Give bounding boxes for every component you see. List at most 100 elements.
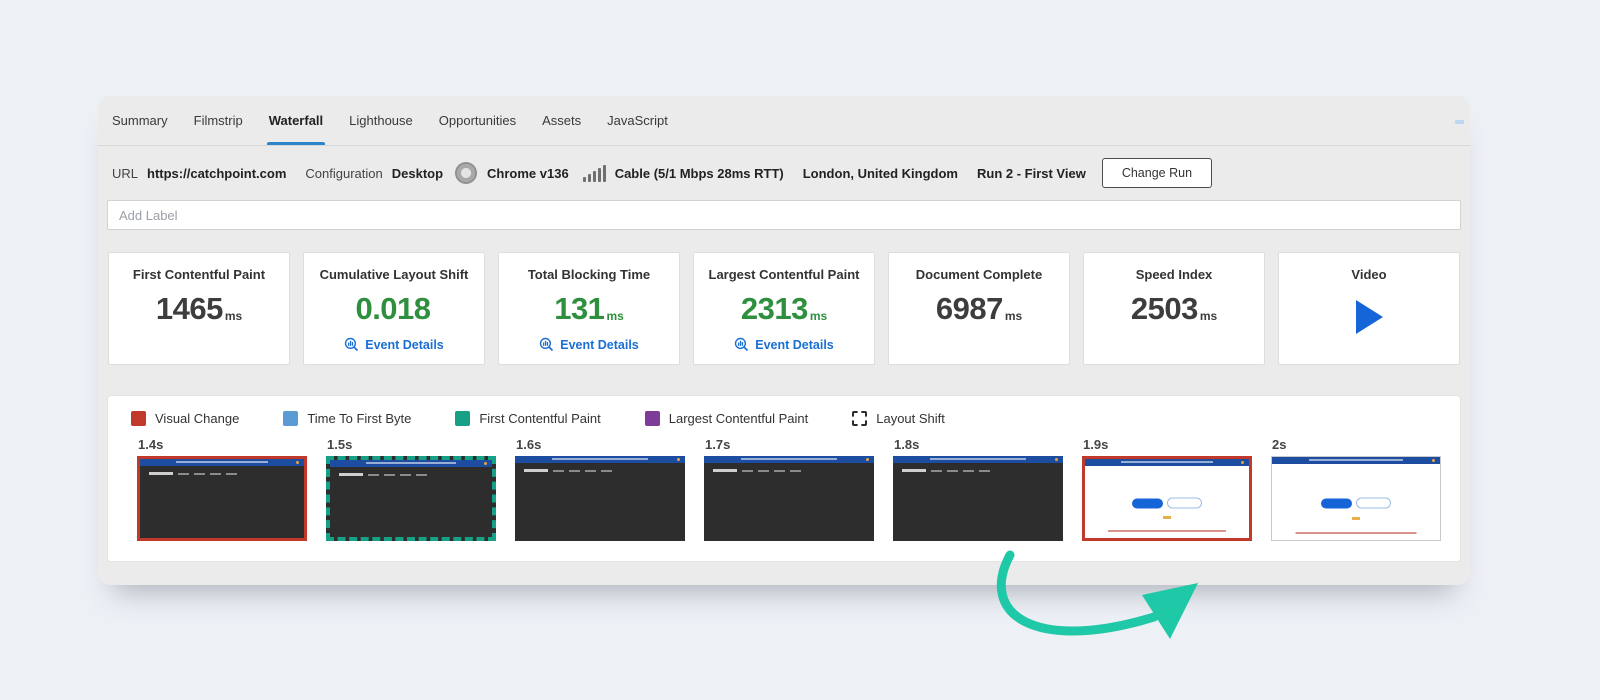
- thumb-nav: [524, 469, 685, 472]
- tab-lighthouse[interactable]: Lighthouse: [349, 96, 413, 145]
- filmstrip-legend: Visual Change Time To First Byte First C…: [108, 396, 1460, 426]
- thumb-cta-buttons: [1321, 498, 1391, 509]
- tab-opportunities[interactable]: Opportunities: [439, 96, 516, 145]
- legend-swatch: [455, 411, 470, 426]
- legend-item-time-to-first-byte: Time To First Byte: [283, 411, 411, 426]
- metric-title: First Contentful Paint: [109, 267, 289, 282]
- location-value: London, United Kingdom: [803, 166, 958, 181]
- legend-item-first-contentful-paint: First Contentful Paint: [455, 411, 600, 426]
- thumb-topbar: [893, 456, 1063, 463]
- legend-item-visual-change: Visual Change: [131, 411, 239, 426]
- thumb-nav: [713, 469, 874, 472]
- chrome-icon: [455, 162, 477, 184]
- thumb-amber-dash: [1352, 517, 1360, 520]
- filmstrip-panel: Visual Change Time To First Byte First C…: [107, 395, 1461, 562]
- filmstrip-frame: 1.4s: [137, 437, 307, 541]
- filmstrip-frame: 2s: [1271, 437, 1441, 541]
- tab-summary[interactable]: Summary: [112, 96, 168, 145]
- url-label: URL: [112, 166, 138, 181]
- metric-card-speed-index: Speed Index 2503ms: [1083, 252, 1265, 365]
- thumb-topbar: [1085, 459, 1249, 466]
- configuration-label: Configuration: [305, 166, 382, 181]
- metric-value: 1465ms: [109, 291, 289, 327]
- frame-thumbnail[interactable]: [137, 456, 307, 541]
- frame-timestamp: 1.7s: [705, 437, 874, 452]
- legend-label: Visual Change: [155, 411, 239, 426]
- tab-assets[interactable]: Assets: [542, 96, 581, 145]
- thumb-text-line: [1296, 532, 1417, 534]
- thumb-amber-dash: [1163, 516, 1171, 519]
- frame-timestamp: 2s: [1272, 437, 1441, 452]
- metric-value: 0.018: [304, 291, 484, 327]
- event-details-link[interactable]: Event Details: [344, 337, 444, 352]
- tab-overflow-mark: [1455, 120, 1464, 124]
- frame-timestamp: 1.9s: [1083, 437, 1252, 452]
- thumb-topbar: [704, 456, 874, 463]
- metric-card-largest-contentful-paint: Largest Contentful Paint 2313ms Event De…: [693, 252, 875, 365]
- results-panel: Summary Filmstrip Waterfall Lighthouse O…: [98, 96, 1470, 585]
- filmstrip-frame: 1.6s: [515, 437, 685, 541]
- magnifier-chart-icon: [344, 337, 359, 352]
- legend-swatch: [283, 411, 298, 426]
- metric-title: Speed Index: [1084, 267, 1264, 282]
- magnifier-chart-icon: [539, 337, 554, 352]
- signal-bars-icon: [583, 165, 606, 182]
- test-url: https://catchpoint.com: [147, 166, 286, 181]
- change-run-button[interactable]: Change Run: [1102, 158, 1212, 188]
- frame-timestamp: 1.5s: [327, 437, 496, 452]
- filmstrip-frame: 1.8s: [893, 437, 1063, 541]
- metric-title: Document Complete: [889, 267, 1069, 282]
- frame-thumbnail[interactable]: [326, 456, 496, 541]
- event-details-link[interactable]: Event Details: [734, 337, 834, 352]
- metric-title: Cumulative Layout Shift: [304, 267, 484, 282]
- frame-thumbnail[interactable]: [1082, 456, 1252, 541]
- frame-thumbnail[interactable]: [1271, 456, 1441, 541]
- tab-waterfall[interactable]: Waterfall: [269, 96, 323, 145]
- legend-label: Layout Shift: [876, 411, 945, 426]
- magnifier-chart-icon: [734, 337, 749, 352]
- thumb-nav: [149, 472, 304, 475]
- filmstrip-frames: 1.4s 1.5s 1.6s: [108, 437, 1460, 541]
- filmstrip-frame: 1.9s: [1082, 437, 1252, 541]
- run-value: Run 2 - First View: [977, 166, 1086, 181]
- tab-filmstrip[interactable]: Filmstrip: [194, 96, 243, 145]
- frame-timestamp: 1.4s: [138, 437, 307, 452]
- add-label-input[interactable]: [107, 200, 1461, 230]
- thumb-topbar: [1272, 457, 1440, 464]
- legend-item-layout-shift: Layout Shift: [852, 411, 945, 426]
- metric-card-total-blocking-time: Total Blocking Time 131ms Event Details: [498, 252, 680, 365]
- frame-timestamp: 1.8s: [894, 437, 1063, 452]
- thumb-cta-buttons: [1132, 498, 1202, 509]
- video-title: Video: [1279, 267, 1459, 282]
- metric-value: 2313ms: [694, 291, 874, 327]
- event-details-link[interactable]: Event Details: [539, 337, 639, 352]
- legend-swatch-dashed: [852, 411, 867, 426]
- metric-card-cumulative-layout-shift: Cumulative Layout Shift 0.018 Event Deta…: [303, 252, 485, 365]
- legend-swatch: [645, 411, 660, 426]
- filmstrip-frame: 1.5s: [326, 437, 496, 541]
- filmstrip-frame: 1.7s: [704, 437, 874, 541]
- metric-value: 2503ms: [1084, 291, 1264, 327]
- frame-thumbnail[interactable]: [893, 456, 1063, 541]
- frame-thumbnail[interactable]: [515, 456, 685, 541]
- metric-card-first-contentful-paint: First Contentful Paint 1465ms: [108, 252, 290, 365]
- thumb-topbar: [515, 456, 685, 463]
- frame-timestamp: 1.6s: [516, 437, 685, 452]
- device-value: Desktop: [392, 166, 443, 181]
- legend-label: Largest Contentful Paint: [669, 411, 808, 426]
- connection-value: Cable (5/1 Mbps 28ms RTT): [615, 166, 784, 181]
- thumb-text-line: [1108, 530, 1226, 532]
- legend-item-largest-contentful-paint: Largest Contentful Paint: [645, 411, 808, 426]
- frame-thumbnail[interactable]: [704, 456, 874, 541]
- metric-title: Total Blocking Time: [499, 267, 679, 282]
- metric-card-document-complete: Document Complete 6987ms: [888, 252, 1070, 365]
- tab-bar: Summary Filmstrip Waterfall Lighthouse O…: [98, 96, 1470, 146]
- play-icon[interactable]: [1356, 300, 1383, 334]
- legend-label: Time To First Byte: [307, 411, 411, 426]
- legend-label: First Contentful Paint: [479, 411, 600, 426]
- metric-title: Largest Contentful Paint: [694, 267, 874, 282]
- legend-swatch: [131, 411, 146, 426]
- thumb-nav: [902, 469, 1063, 472]
- metric-value: 6987ms: [889, 291, 1069, 327]
- tab-javascript[interactable]: JavaScript: [607, 96, 668, 145]
